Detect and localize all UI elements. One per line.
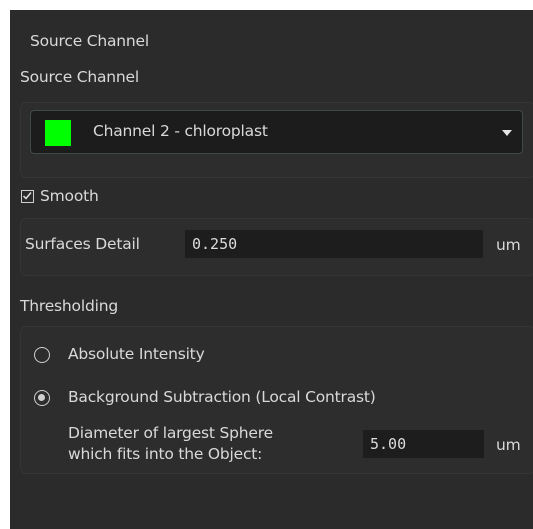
diameter-unit: um <box>496 436 521 454</box>
thresholding-label: Thresholding <box>20 297 118 315</box>
diameter-field[interactable]: 5.00 <box>363 430 484 458</box>
chevron-down-icon[interactable] <box>502 130 512 136</box>
diameter-label-line1: Diameter of largest Sphere <box>68 424 273 442</box>
channel-select[interactable]: Channel 2 - chloroplast <box>30 110 523 154</box>
surfaces-detail-field[interactable]: 0.250 <box>185 230 483 258</box>
checkmark-icon <box>22 192 32 200</box>
channel-select-value: Channel 2 - chloroplast <box>93 122 268 140</box>
panel-title: Source Channel <box>30 32 149 50</box>
background-subtraction-radio[interactable] <box>34 390 50 406</box>
channel-color-swatch <box>45 120 71 146</box>
absolute-intensity-label: Absolute Intensity <box>68 345 205 363</box>
diameter-label-line2: which fits into the Object: <box>68 445 263 463</box>
surfaces-detail-unit: um <box>496 236 521 254</box>
absolute-intensity-radio[interactable] <box>34 347 50 363</box>
smooth-label: Smooth <box>40 187 99 205</box>
source-channel-label: Source Channel <box>20 68 139 86</box>
radio-selected-dot <box>38 394 45 401</box>
surfaces-detail-label: Surfaces Detail <box>25 235 140 253</box>
background-subtraction-label: Background Subtraction (Local Contrast) <box>68 388 376 406</box>
smooth-checkbox[interactable] <box>21 190 34 203</box>
